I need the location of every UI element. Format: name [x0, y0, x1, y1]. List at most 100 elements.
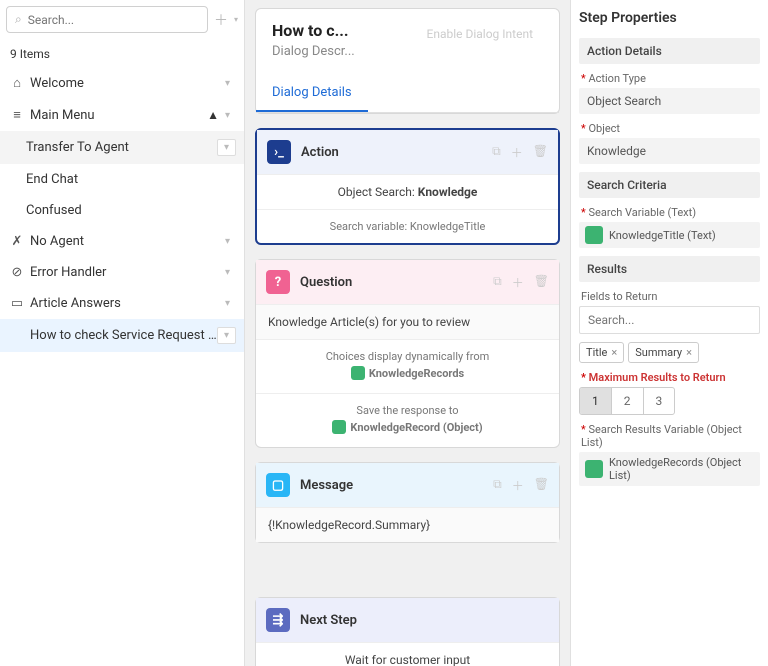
message-icon: ▢: [266, 473, 290, 497]
next-step-icon: ⇶: [266, 608, 290, 632]
add-icon[interactable]: ＋: [512, 274, 524, 291]
step-title: Action: [301, 145, 482, 160]
warning-icon: ▲: [207, 108, 219, 122]
tab-dialog-details[interactable]: Dialog Details: [256, 75, 368, 112]
tree-label: Article Answers: [30, 296, 219, 311]
add-icon[interactable]: ＋: [512, 477, 524, 494]
label-results-variable: Search Results Variable (Object List): [581, 423, 758, 449]
question-icon: ?: [266, 270, 290, 294]
panel-title: Step Properties: [579, 10, 760, 26]
step-title: Question: [300, 275, 483, 290]
enable-dialog-intent-button[interactable]: Enable Dialog Intent: [417, 21, 544, 47]
step-message[interactable]: ▢ Message ⧉ ＋ 🗑 {!KnowledgeRecord.Summar…: [255, 462, 560, 543]
chevron-down-icon[interactable]: ▾: [219, 108, 236, 123]
variable-chip-icon: [585, 226, 603, 244]
tree-item-welcome[interactable]: ⌂ Welcome ▾: [0, 67, 244, 99]
home-icon: ⌂: [8, 75, 26, 91]
tag-summary[interactable]: Summary×: [628, 342, 699, 363]
tree-label: Confused: [26, 203, 236, 218]
field-results-variable[interactable]: KnowledgeRecords (Object List): [579, 452, 760, 486]
variable-chip-icon: [585, 460, 603, 478]
next-body: Wait for customer input: [256, 643, 559, 666]
chevron-down-icon[interactable]: ▾: [219, 234, 236, 249]
question-save: Save the response to KnowledgeRecord (Ob…: [256, 394, 559, 447]
no-agent-icon: ✗: [8, 234, 26, 249]
canvas: How to c... Dialog Descr... Enable Dialo…: [245, 0, 570, 666]
tree-item-transfer[interactable]: Transfer To Agent ▾: [0, 131, 244, 164]
tree-label: No Agent: [30, 234, 219, 249]
field-fields-search[interactable]: [579, 306, 760, 334]
dialog-title: How to c...: [272, 21, 355, 40]
tree-label: How to check Service Request Sta...: [30, 328, 217, 343]
seg-3[interactable]: 3: [644, 388, 675, 414]
search-box[interactable]: ⌕: [6, 6, 208, 33]
variable-chip-icon: [332, 420, 346, 434]
sidebar: ⌕ ＋ ▾ 9 Items ⌂ Welcome ▾ ≡ Main Menu ▲ …: [0, 0, 245, 666]
tree-item-main-menu[interactable]: ≡ Main Menu ▲ ▾: [0, 99, 244, 131]
tree: ⌂ Welcome ▾ ≡ Main Menu ▲ ▾ Transfer To …: [0, 67, 244, 352]
tree-label: End Chat: [26, 172, 236, 187]
tree-item-how-to-check[interactable]: How to check Service Request Sta... ▾: [0, 319, 244, 352]
step-title: Next Step: [300, 613, 549, 628]
tree-item-end-chat[interactable]: End Chat: [0, 164, 244, 195]
question-prompt: Knowledge Article(s) for you to review: [256, 305, 559, 340]
item-count: 9 Items: [0, 41, 244, 67]
label-search-variable: Search Variable (Text): [581, 206, 758, 219]
seg-2[interactable]: 2: [612, 388, 644, 414]
chevron-down-icon[interactable]: ▾: [217, 139, 236, 156]
add-icon[interactable]: ＋: [214, 10, 228, 30]
search-icon: ⌕: [15, 12, 22, 27]
message-body: {!KnowledgeRecord.Summary}: [256, 508, 559, 542]
seg-1[interactable]: 1: [580, 388, 612, 414]
label-object: Object: [581, 122, 758, 135]
book-icon: ▭: [8, 296, 26, 311]
section-action-details: Action Details: [579, 38, 760, 64]
action-body2: Search variable: KnowledgeTitle: [257, 210, 558, 243]
chevron-down-icon[interactable]: ▾: [219, 76, 236, 91]
remove-tag-icon[interactable]: ×: [611, 346, 617, 359]
action-icon: ›_: [267, 140, 291, 164]
tree-item-error-handler[interactable]: ⊘ Error Handler ▾: [0, 257, 244, 288]
step-title: Message: [300, 478, 483, 493]
tree-label: Main Menu: [30, 108, 207, 123]
field-object[interactable]: Knowledge: [579, 138, 760, 164]
add-caret-icon[interactable]: ▾: [234, 15, 238, 24]
step-question[interactable]: ? Question ⧉ ＋ 🗑 Knowledge Article(s) fo…: [255, 259, 560, 448]
step-next[interactable]: ⇶ Next Step Wait for customer input: [255, 597, 560, 666]
properties-panel: Step Properties Action Details Action Ty…: [570, 0, 768, 666]
menu-icon: ≡: [8, 107, 26, 123]
variable-chip-icon: [351, 366, 365, 380]
tag-title[interactable]: Title×: [579, 342, 624, 363]
chevron-down-icon[interactable]: ▾: [219, 265, 236, 280]
copy-icon[interactable]: ⧉: [492, 144, 501, 161]
tree-item-no-agent[interactable]: ✗ No Agent ▾: [0, 226, 244, 257]
tree-label: Error Handler: [30, 265, 219, 280]
dialog-card: How to c... Dialog Descr... Enable Dialo…: [255, 8, 560, 114]
tree-label: Welcome: [30, 76, 219, 91]
action-body1: Object Search: Knowledge: [257, 175, 558, 210]
label-max-results: Maximum Results to Return: [581, 371, 758, 384]
chevron-down-icon[interactable]: ▾: [219, 296, 236, 311]
tree-item-confused[interactable]: Confused: [0, 195, 244, 226]
delete-icon[interactable]: 🗑: [534, 274, 549, 291]
delete-icon[interactable]: 🗑: [533, 144, 548, 161]
question-choices: Choices display dynamically from Knowled…: [256, 340, 559, 394]
tree-item-article-answers[interactable]: ▭ Article Answers ▾: [0, 288, 244, 319]
add-icon[interactable]: ＋: [511, 144, 523, 161]
copy-icon[interactable]: ⧉: [493, 477, 502, 494]
label-fields-return: Fields to Return: [581, 290, 758, 303]
delete-icon[interactable]: 🗑: [534, 477, 549, 494]
remove-tag-icon[interactable]: ×: [686, 346, 692, 359]
tree-label: Transfer To Agent: [26, 140, 217, 155]
chevron-down-icon[interactable]: ▾: [217, 327, 236, 344]
copy-icon[interactable]: ⧉: [493, 274, 502, 291]
section-search-criteria: Search Criteria: [579, 172, 760, 198]
dialog-subtitle: Dialog Descr...: [272, 44, 355, 59]
field-search-variable[interactable]: KnowledgeTitle (Text): [579, 222, 760, 248]
label-action-type: Action Type: [581, 72, 758, 85]
segmented-max-results[interactable]: 1 2 3: [579, 387, 675, 415]
section-results: Results: [579, 256, 760, 282]
step-action[interactable]: ›_ Action ⧉ ＋ 🗑 Object Search: Knowledge…: [255, 128, 560, 245]
search-input[interactable]: [28, 13, 199, 27]
field-action-type[interactable]: Object Search: [579, 88, 760, 114]
